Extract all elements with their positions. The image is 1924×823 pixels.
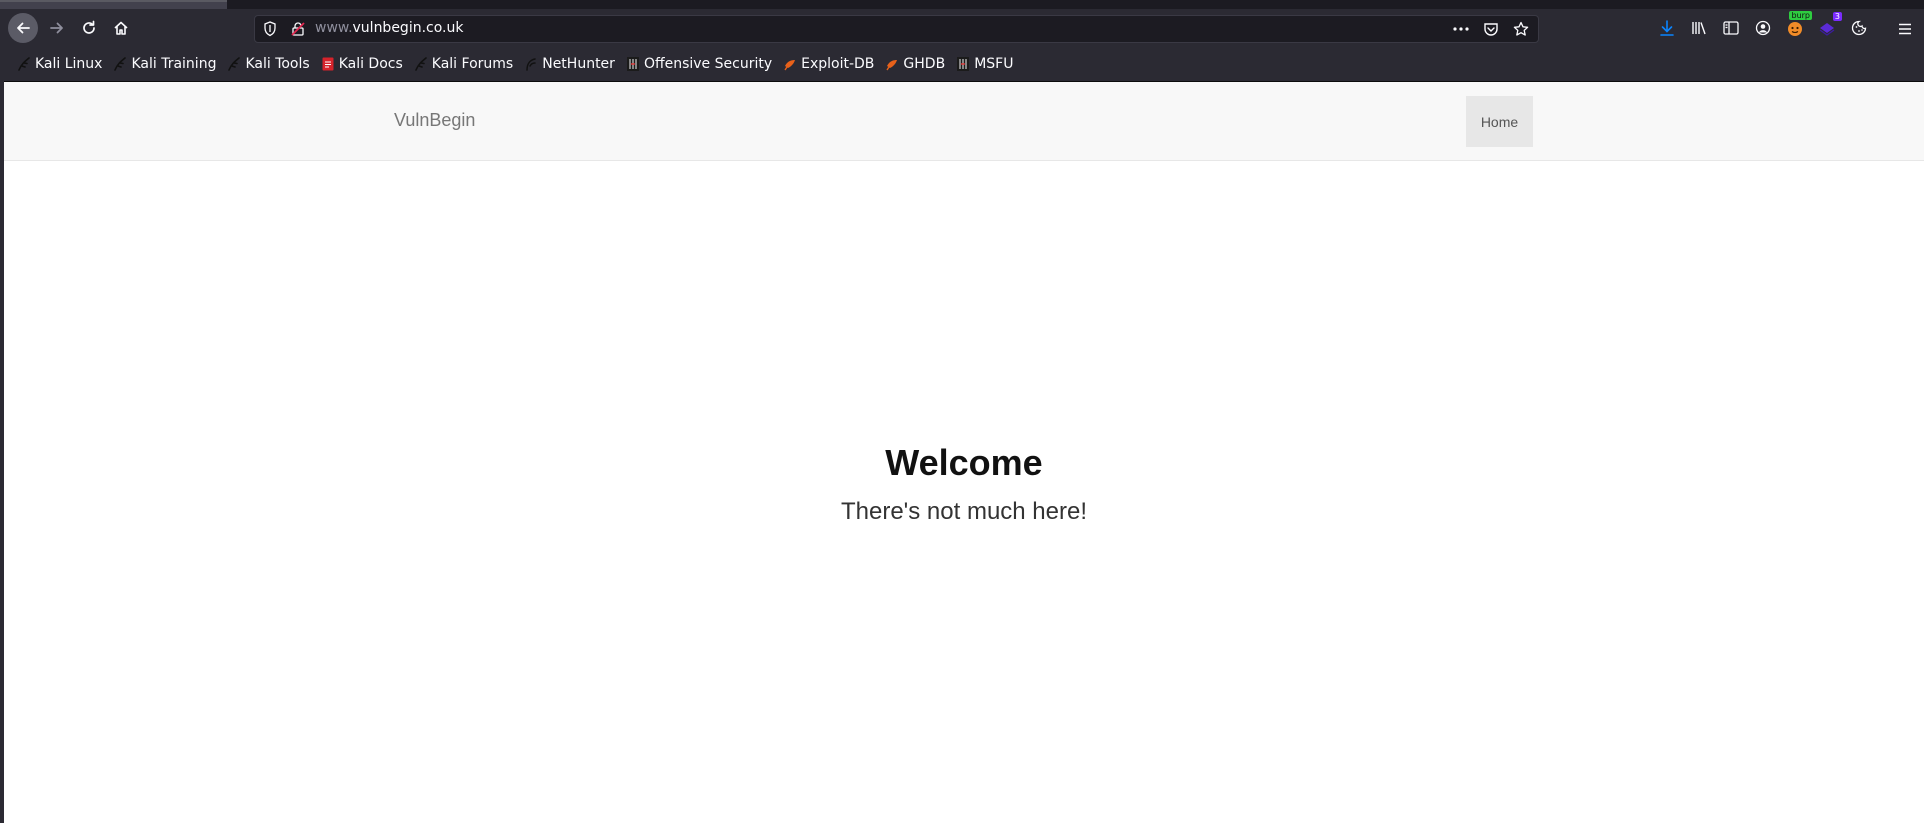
bookmark-item[interactable]: Kali Linux bbox=[18, 56, 102, 72]
kali-docs-icon bbox=[322, 57, 334, 71]
kali-dragon-icon bbox=[414, 57, 427, 71]
bookmark-label: MSFU bbox=[974, 56, 1014, 72]
extension-count-badge: 3 bbox=[1832, 12, 1842, 21]
burp-extension-icon[interactable]: burp bbox=[1784, 11, 1812, 39]
bookmark-item[interactable]: Offensive Security bbox=[626, 56, 773, 72]
sidebar-icon[interactable] bbox=[1720, 17, 1742, 39]
nav-home-link[interactable]: Home bbox=[1466, 96, 1533, 147]
bookmark-label: Kali Docs bbox=[338, 56, 403, 72]
bookmark-label: NetHunter bbox=[542, 56, 615, 72]
site-navbar: VulnBegin Home bbox=[4, 82, 1924, 161]
bookmark-label: Kali Forums bbox=[431, 56, 514, 72]
burp-badge: burp bbox=[1789, 11, 1812, 20]
bookmarks-toolbar: Kali Linux Kali Training Kali Tools Kali Do… bbox=[0, 47, 1924, 81]
reload-button[interactable] bbox=[74, 13, 104, 43]
forward-button[interactable] bbox=[42, 13, 72, 43]
arrow-left-icon bbox=[17, 22, 30, 34]
shield-icon[interactable] bbox=[263, 21, 277, 37]
kali-dragon-icon bbox=[114, 57, 127, 71]
exploitdb-icon bbox=[886, 57, 898, 71]
bookmark-label: Kali Tools bbox=[245, 56, 310, 72]
bookmark-label: Kali Training bbox=[131, 56, 217, 72]
back-button[interactable] bbox=[8, 13, 38, 43]
arrow-right-icon bbox=[50, 22, 63, 34]
pocket-icon[interactable] bbox=[1482, 20, 1500, 38]
more-actions-icon[interactable] bbox=[1452, 20, 1470, 38]
nethunter-icon bbox=[525, 57, 537, 71]
bookmark-item[interactable]: Kali Training bbox=[114, 56, 216, 72]
hero-section: Welcome There's not much here! bbox=[4, 442, 1924, 526]
hero-subtitle: There's not much here! bbox=[840, 498, 1088, 525]
reload-icon bbox=[83, 20, 95, 34]
home-icon bbox=[114, 21, 128, 35]
navigation-toolbar: www.vulnbegin.co.uk burp 3 bbox=[0, 9, 1924, 47]
offsec-icon bbox=[957, 57, 970, 71]
bookmark-item[interactable]: Kali Tools bbox=[228, 56, 310, 72]
offsec-icon bbox=[626, 57, 639, 71]
bookmark-label: GHDB bbox=[903, 56, 946, 72]
bookmark-item[interactable]: Exploit-DB bbox=[784, 56, 874, 72]
download-icon[interactable] bbox=[1656, 17, 1678, 39]
tab-strip bbox=[0, 0, 1924, 9]
bookmark-star-icon[interactable] bbox=[1512, 20, 1530, 38]
bookmark-item[interactable]: GHDB bbox=[886, 56, 945, 72]
kali-dragon-icon bbox=[228, 57, 241, 71]
bookmark-item[interactable]: MSFU bbox=[957, 56, 1013, 72]
library-icon[interactable] bbox=[1688, 17, 1710, 39]
hero-title: Welcome bbox=[885, 442, 1043, 483]
active-tab[interactable] bbox=[0, 0, 227, 9]
bookmark-item[interactable]: Kali Forums bbox=[414, 56, 514, 72]
bookmark-item[interactable]: NetHunter bbox=[525, 56, 615, 72]
hamburger-menu-icon bbox=[1899, 23, 1911, 35]
account-icon[interactable] bbox=[1752, 17, 1774, 39]
kali-dragon-icon bbox=[18, 57, 30, 71]
page-viewport: VulnBegin Home Welcome There's not much … bbox=[4, 82, 1924, 823]
extension-icon[interactable]: 3 bbox=[1816, 12, 1842, 39]
url-domain: vulnbegin.co.uk bbox=[352, 20, 464, 36]
url-actions bbox=[1452, 20, 1530, 38]
browser-chrome: www.vulnbegin.co.uk burp 3 Kali Linux Ka… bbox=[0, 0, 1924, 81]
bookmark-label: Offensive Security bbox=[643, 56, 773, 72]
home-button[interactable] bbox=[106, 13, 136, 43]
bookmark-label: Exploit-DB bbox=[801, 56, 875, 72]
url-bar[interactable]: www.vulnbegin.co.uk bbox=[254, 15, 1539, 43]
exploitdb-icon bbox=[784, 57, 796, 71]
url-prefix: www. bbox=[315, 20, 353, 36]
insecure-lock-icon[interactable] bbox=[290, 21, 306, 37]
toolbar-right: burp 3 bbox=[1656, 9, 1870, 47]
cookie-icon[interactable] bbox=[1848, 17, 1870, 39]
menu-button[interactable] bbox=[1898, 20, 1912, 39]
bookmark-label: Kali Linux bbox=[35, 56, 103, 72]
url-text[interactable]: www.vulnbegin.co.uk bbox=[315, 20, 463, 36]
site-brand[interactable]: VulnBegin bbox=[394, 110, 475, 131]
bookmark-item[interactable]: Kali Docs bbox=[322, 56, 403, 72]
